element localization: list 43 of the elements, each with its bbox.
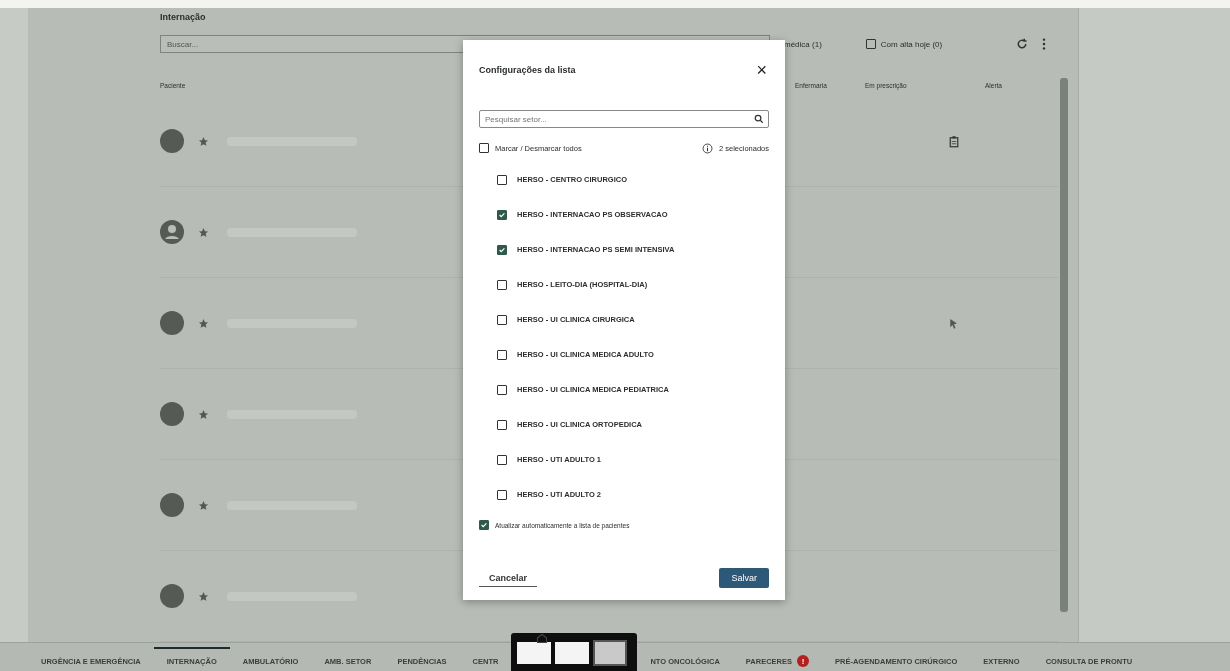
search-icon [754, 114, 764, 124]
star-icon[interactable] [198, 499, 209, 511]
star-icon[interactable] [198, 226, 209, 238]
checkbox[interactable] [497, 209, 507, 220]
checkbox[interactable] [497, 244, 507, 255]
checkbox[interactable] [479, 143, 489, 153]
info-icon [701, 142, 713, 154]
avatar-icon [160, 493, 184, 517]
checkbox[interactable] [479, 520, 489, 530]
save-button[interactable]: Salvar [719, 568, 769, 588]
user-avatar-icon [160, 220, 184, 244]
star-icon[interactable] [198, 135, 209, 147]
checkbox[interactable] [497, 349, 507, 360]
star-icon[interactable] [198, 408, 209, 420]
avatar-icon [160, 584, 184, 608]
checkbox[interactable] [865, 39, 876, 49]
refresh-icon[interactable] [1016, 38, 1029, 50]
checkbox[interactable] [497, 419, 507, 430]
avatar-icon [160, 311, 184, 335]
close-button[interactable]: × [754, 61, 769, 79]
window-preview-drawing[interactable] [511, 633, 638, 671]
checkbox[interactable] [497, 454, 507, 465]
checkbox[interactable] [497, 489, 507, 500]
star-icon[interactable] [198, 317, 209, 329]
scrollbar[interactable] [1060, 78, 1068, 612]
alert-badge: ! [797, 655, 809, 667]
dialog-title: Configurações da lista [479, 65, 576, 75]
checkbox[interactable] [497, 314, 507, 325]
checkbox[interactable] [497, 279, 507, 290]
checkbox[interactable] [497, 174, 507, 185]
page-title: Internação [160, 12, 207, 22]
checkbox-label: Com alta hoje (0) [880, 39, 943, 49]
filter-label: médica (1) [784, 39, 822, 49]
star-icon[interactable] [198, 590, 209, 602]
home-icon[interactable] [536, 632, 548, 644]
checkbox[interactable] [497, 384, 507, 395]
search-field[interactable]: Pesquisar setor... [479, 110, 769, 128]
cancel-button[interactable]: Cancelar [479, 569, 538, 587]
clipboard-icon[interactable] [948, 134, 960, 148]
pointer-icon [948, 316, 960, 330]
more-icon[interactable] [1042, 37, 1047, 51]
avatar-icon [160, 129, 184, 153]
avatar-icon [160, 402, 184, 426]
